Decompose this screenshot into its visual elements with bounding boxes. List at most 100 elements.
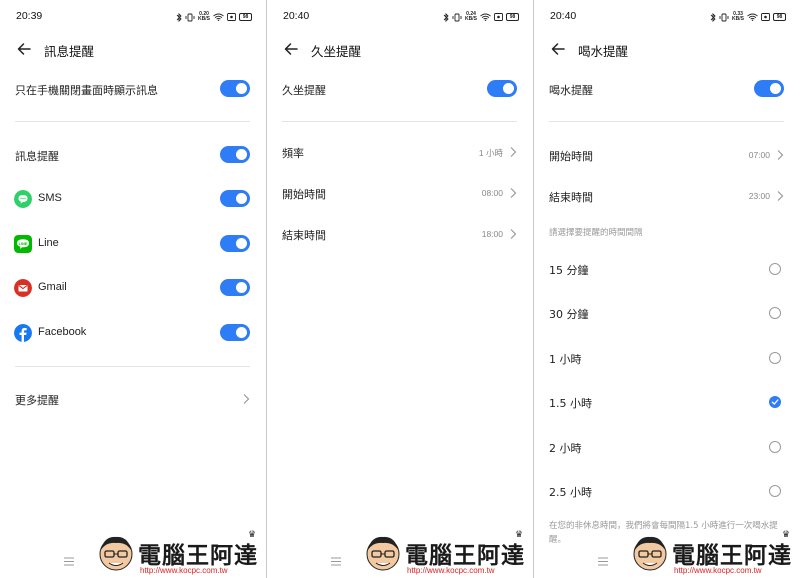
screen-sedentary-reminder: 20:40 0.24 KB/S 98 久坐提醒 久坐提醒 頻率 1 小時 開始時… <box>267 0 534 578</box>
back-arrow-icon[interactable] <box>283 41 299 57</box>
app-name-facebook: Facebook <box>38 326 87 338</box>
chevron-right-icon <box>510 188 517 198</box>
status-bar: 20:40 0.24 KB/S 98 <box>267 10 533 26</box>
app-row-line[interactable]: LINE Line <box>0 231 266 257</box>
frequency-label: 頻率 <box>282 147 304 160</box>
interval-option-selected[interactable]: 1.5 小時 <box>534 389 800 415</box>
drink-water-label: 喝水提醒 <box>549 84 593 97</box>
interval-option[interactable]: 30 分鐘 <box>534 300 800 326</box>
interval-radio[interactable] <box>769 263 781 275</box>
back-arrow-icon[interactable] <box>16 41 32 57</box>
page-header: 喝水提醒 <box>534 38 800 60</box>
chevron-right-icon <box>777 150 784 160</box>
app-name-line: Line <box>38 237 59 249</box>
line-toggle[interactable] <box>220 235 250 252</box>
more-reminders-row[interactable]: 更多提醒 <box>0 386 266 412</box>
net-speed: 0.24 KB/S <box>465 11 477 22</box>
interval-footer-note: 在您的非休息時間，我們將會每間隔1.5 小時進行一次喝水提醒。 <box>549 521 778 545</box>
battery-indicator: 98 <box>239 13 252 21</box>
status-icons: 0.33 KB/S 98 <box>710 12 786 22</box>
interval-option[interactable]: 1 小時 <box>534 345 800 371</box>
gmail-icon <box>14 279 32 297</box>
divider <box>282 121 517 122</box>
chevron-right-icon <box>777 191 784 201</box>
chevron-right-icon <box>243 394 250 404</box>
page-title: 喝水提醒 <box>578 44 629 59</box>
interval-radio[interactable] <box>769 307 781 319</box>
bluetooth-icon <box>710 12 716 22</box>
status-bar: 20:39 0.20 KB/S 98 <box>0 10 266 26</box>
sms-toggle[interactable] <box>220 190 250 207</box>
chevron-right-icon <box>510 229 517 239</box>
sedentary-label: 久坐提醒 <box>282 84 326 97</box>
end-time-value: 18:00 <box>481 229 503 239</box>
end-time-row[interactable]: 結束時間 23:00 <box>534 183 800 209</box>
interval-label: 1.5 小時 <box>549 397 592 410</box>
screen-off-only-row[interactable]: 只在手機關閉畫面時顯示訊息 <box>0 76 266 102</box>
app-row-sms[interactable]: SMS <box>0 186 266 212</box>
page-title: 久坐提醒 <box>311 44 362 59</box>
interval-hint: 請選擇要提醒的時間間隔 <box>549 228 643 238</box>
screen-drink-water-reminder: 20:40 0.33KB/S 98 喝水提醒 喝水提醒 開始時間 07:00 <box>534 0 800 578</box>
status-bar: 20:40 0.33 KB/S 98 <box>534 10 800 26</box>
app-row-facebook[interactable]: Facebook <box>0 320 266 346</box>
interval-option[interactable]: 2 小時 <box>534 434 800 460</box>
drink-water-toggle[interactable] <box>754 80 784 97</box>
menu-handle-icon[interactable] <box>64 557 74 566</box>
facebook-icon <box>14 324 32 342</box>
start-time-row[interactable]: 開始時間 07:00 <box>534 142 800 168</box>
gmail-toggle[interactable] <box>220 279 250 296</box>
status-time: 20:40 <box>550 10 577 22</box>
screen-off-only-toggle[interactable] <box>220 80 250 97</box>
divider <box>15 366 250 367</box>
screen-message-reminder: 20:39 0.20 KB/S 98 訊息提醒 只在手機關閉畫面時顯示訊息 訊息提… <box>0 0 267 578</box>
interval-radio[interactable] <box>769 485 781 497</box>
app-name-sms: SMS <box>38 192 62 204</box>
message-reminder-row[interactable]: 訊息提醒 <box>0 142 266 168</box>
app-row-gmail[interactable]: Gmail <box>0 275 266 301</box>
status-time: 20:40 <box>283 10 310 22</box>
page-title: 訊息提醒 <box>44 44 95 59</box>
bluetooth-icon <box>176 12 182 22</box>
facebook-toggle[interactable] <box>220 324 250 341</box>
frequency-value: 1 小時 <box>478 148 503 158</box>
menu-handle-icon[interactable] <box>331 557 341 566</box>
end-time-label: 結束時間 <box>282 229 326 242</box>
page-header: 久坐提醒 <box>267 38 533 60</box>
interval-radio[interactable] <box>769 441 781 453</box>
interval-label: 2 小時 <box>549 442 582 455</box>
app-name-gmail: Gmail <box>38 281 67 293</box>
check-icon <box>771 399 779 405</box>
message-reminder-toggle[interactable] <box>220 146 250 163</box>
interval-label: 1 小時 <box>549 353 582 366</box>
end-time-label: 結束時間 <box>549 191 593 204</box>
sedentary-toggle[interactable] <box>487 80 517 97</box>
interval-option[interactable]: 15 分鐘 <box>534 256 800 282</box>
frequency-row[interactable]: 頻率 1 小時 <box>267 139 533 165</box>
vibrate-icon <box>452 13 462 21</box>
nfc-icon <box>761 13 770 21</box>
interval-radio[interactable] <box>769 352 781 364</box>
chevron-right-icon <box>510 147 517 157</box>
back-arrow-icon[interactable] <box>550 41 566 57</box>
interval-label: 30 分鐘 <box>549 308 589 321</box>
net-speed: 0.20 KB/S <box>198 11 210 22</box>
sedentary-toggle-row[interactable]: 久坐提醒 <box>267 76 533 102</box>
wifi-icon <box>747 13 758 21</box>
battery-indicator: 98 <box>506 13 519 21</box>
start-time-value: 07:00 <box>748 150 770 160</box>
start-time-row[interactable]: 開始時間 08:00 <box>267 180 533 206</box>
svg-text:LINE: LINE <box>19 242 28 246</box>
interval-label: 15 分鐘 <box>549 264 589 277</box>
interval-label: 2.5 小時 <box>549 486 592 499</box>
drink-water-toggle-row[interactable]: 喝水提醒 <box>534 76 800 102</box>
end-time-row[interactable]: 結束時間 18:00 <box>267 221 533 247</box>
divider <box>549 121 784 122</box>
net-speed: 0.33 KB/S <box>732 11 744 22</box>
menu-handle-icon[interactable] <box>598 557 608 566</box>
nfc-icon <box>227 13 236 21</box>
start-time-value: 08:00 <box>481 188 503 198</box>
interval-option[interactable]: 2.5 小時 <box>534 478 800 504</box>
sms-icon <box>14 190 32 208</box>
interval-radio-checked[interactable] <box>769 396 781 408</box>
